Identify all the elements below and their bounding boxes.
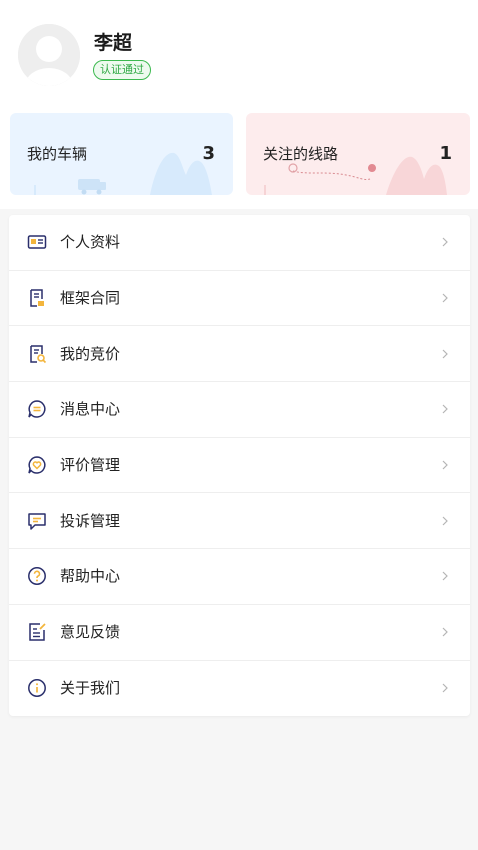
my-vehicles-label: 我的车辆 [27, 145, 88, 163]
menu-item-complaint-management[interactable]: 投诉管理 [9, 493, 470, 550]
chevron-right-icon [440, 293, 450, 303]
avatar-placeholder-icon [18, 24, 80, 86]
menu-item-personal-info[interactable]: 个人资料 [9, 215, 470, 271]
chevron-right-icon [440, 460, 450, 470]
menu-label: 帮助中心 [60, 567, 121, 586]
menu-item-help-center[interactable]: 帮助中心 [9, 549, 470, 605]
feedback-icon [27, 622, 47, 642]
complaint-icon [27, 511, 47, 531]
id-card-icon [27, 232, 47, 252]
menu-label: 投诉管理 [60, 511, 121, 530]
review-icon [27, 455, 47, 475]
menu-item-framework-contract[interactable]: 框架合同 [9, 271, 470, 327]
info-icon [27, 678, 47, 698]
chevron-right-icon [440, 404, 450, 414]
chevron-right-icon [440, 571, 450, 581]
bid-icon [27, 344, 47, 364]
chevron-right-icon [440, 516, 450, 526]
menu-list: 个人资料 框架合同 我的竞价 消息中心 评价管理 投诉管理 帮助中心 意见反馈 … [9, 215, 470, 717]
chevron-right-icon [440, 349, 450, 359]
menu-label: 消息中心 [60, 400, 121, 419]
my-vehicles-count: 3 [202, 143, 215, 164]
my-vehicles-card[interactable]: 我的车辆 3 [10, 113, 233, 195]
help-icon [27, 566, 47, 586]
menu-label: 个人资料 [60, 233, 121, 252]
menu-label: 评价管理 [60, 456, 121, 475]
user-name: 李超 [94, 32, 133, 54]
followed-routes-card[interactable]: 关注的线路 1 [246, 113, 470, 195]
followed-routes-count: 1 [439, 143, 452, 164]
menu-item-my-bids[interactable]: 我的竞价 [9, 326, 470, 383]
profile-page: 李超 认证通过 我的车辆 3 关注的线路 1 个人资料 框架合同 我的竞价 消息… [0, 0, 478, 850]
menu-label: 我的竞价 [60, 344, 121, 363]
menu-label: 框架合同 [60, 289, 121, 308]
chevron-right-icon [440, 683, 450, 693]
menu-item-message-center[interactable]: 消息中心 [9, 382, 470, 438]
menu-label: 意见反馈 [60, 623, 121, 642]
profile-header: 李超 认证通过 [0, 0, 478, 105]
menu-item-about-us[interactable]: 关于我们 [9, 661, 470, 717]
avatar[interactable] [18, 24, 80, 86]
followed-routes-label: 关注的线路 [263, 145, 339, 163]
menu-item-feedback[interactable]: 意见反馈 [9, 605, 470, 661]
menu-label: 关于我们 [60, 679, 121, 698]
message-icon [27, 399, 47, 419]
stat-cards: 我的车辆 3 关注的线路 1 [0, 105, 478, 209]
chevron-right-icon [440, 627, 450, 637]
chevron-right-icon [440, 237, 450, 247]
verified-badge: 认证通过 [93, 60, 151, 80]
menu-item-review-management[interactable]: 评价管理 [9, 438, 470, 494]
contract-icon [27, 288, 47, 308]
